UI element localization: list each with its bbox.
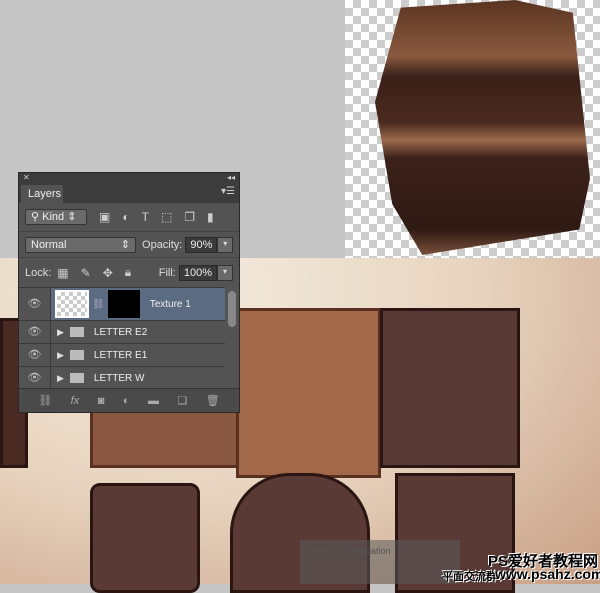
visibility-eye-icon[interactable]: 👁︎ — [19, 367, 51, 389]
folder-icon — [69, 350, 84, 360]
layers-panel: ✕ ◂◂ Layers ▾☰ ⚲ Kind ⇕ ▣ ◐ T ⬚ ❐ ▮ Norma… — [18, 172, 240, 413]
add-mask-icon[interactable]: ◙ — [98, 395, 105, 407]
layer-row-texture-1[interactable]: 👁︎ ⛓ Texture 1 — [19, 287, 225, 320]
layer-row-letter-w[interactable]: 👁︎ ▶ LETTER W — [19, 366, 225, 389]
layer-mask-thumbnail[interactable] — [107, 290, 140, 318]
visibility-eye-icon[interactable]: 👁︎ — [19, 344, 51, 366]
link-icon[interactable]: ⛓ — [92, 299, 105, 310]
layer-name: LETTER E2 — [93, 326, 148, 338]
link-layers-icon[interactable]: ⛓ — [38, 394, 52, 407]
smart-object-filter-icon[interactable]: ❐ — [184, 210, 195, 224]
layer-name: Texture 1 — [149, 298, 191, 310]
adjustment-filter-icon[interactable]: ◐ — [122, 210, 129, 224]
search-icon: ⚲ — [31, 211, 43, 223]
visibility-eye-icon[interactable]: 👁︎ — [19, 321, 51, 343]
expand-arrow-icon[interactable]: ▶ — [57, 327, 64, 338]
layer-name: LETTER W — [93, 372, 145, 384]
lock-position-icon[interactable]: ✥ — [103, 266, 113, 280]
fill-dropdown[interactable]: ▾ — [217, 264, 233, 281]
layers-scrollbar[interactable] — [228, 291, 236, 327]
layer-name: LETTER E1 — [93, 349, 148, 361]
filter-toggle[interactable]: ▮ — [207, 210, 214, 224]
lock-image-icon[interactable]: ✎ — [81, 266, 91, 280]
caption-overlay: Textbox or translation — [300, 540, 460, 584]
pixel-filter-icon[interactable]: ▣ — [99, 210, 110, 224]
new-adjustment-icon[interactable]: ◐ — [123, 395, 130, 407]
lock-label: Lock: — [25, 266, 52, 279]
visibility-eye-icon[interactable]: 👁︎ — [19, 288, 51, 320]
folder-icon — [69, 373, 84, 383]
filter-kind-select[interactable]: ⚲ Kind ⇕ — [25, 209, 87, 225]
opacity-dropdown[interactable]: ▾ — [217, 236, 233, 253]
shape-filter-icon[interactable]: ⬚ — [161, 210, 172, 224]
layer-row-letter-e2[interactable]: 👁︎ ▶ LETTER E2 — [19, 320, 225, 343]
opacity-input[interactable]: 90% — [185, 236, 218, 253]
fill-input[interactable]: 100% — [178, 264, 217, 281]
new-group-icon[interactable]: ▬ — [148, 395, 159, 407]
layer-thumbnail[interactable] — [55, 290, 89, 318]
cake-slice-image — [375, 0, 590, 255]
trash-icon[interactable]: 🗑︎ — [206, 394, 220, 407]
lock-transparent-icon[interactable]: ▦ — [57, 266, 68, 280]
blend-mode-select[interactable]: Normal ⇕ — [25, 236, 137, 253]
new-layer-icon[interactable]: ❏ — [177, 394, 187, 407]
close-icon[interactable]: ✕ — [23, 173, 30, 183]
watermark-url: www.psahz.com — [495, 566, 600, 582]
expand-arrow-icon[interactable]: ▶ — [57, 373, 64, 384]
fx-icon[interactable]: fx — [71, 395, 80, 407]
collapse-icon[interactable]: ◂◂ — [227, 173, 235, 183]
panel-menu-icon[interactable]: ▾☰ — [221, 186, 235, 197]
folder-icon — [69, 327, 84, 337]
opacity-label: Opacity: — [142, 238, 183, 251]
type-filter-icon[interactable]: T — [142, 210, 149, 224]
expand-arrow-icon[interactable]: ▶ — [57, 350, 64, 361]
tab-layers[interactable]: Layers — [21, 185, 63, 203]
fill-label: Fill: — [158, 266, 176, 279]
lock-all-icon[interactable]: 🔒︎ — [125, 265, 131, 280]
layer-row-letter-e1[interactable]: 👁︎ ▶ LETTER E1 — [19, 343, 225, 366]
caption-text: Textbox or translation — [305, 546, 391, 556]
